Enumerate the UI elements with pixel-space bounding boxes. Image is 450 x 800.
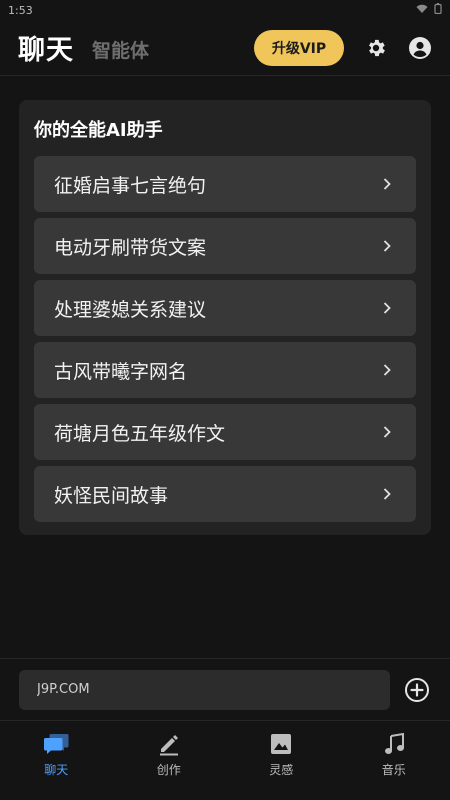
prompt-item[interactable]: 征婚启事七言绝句 — [34, 156, 416, 212]
prompt-item[interactable]: 电动牙刷带货文案 — [34, 218, 416, 274]
prompt-item[interactable]: 处理婆媳关系建议 — [34, 280, 416, 336]
add-circle-icon[interactable] — [404, 677, 430, 703]
pencil-icon — [156, 731, 182, 757]
prompt-item-label: 电动牙刷带货文案 — [54, 236, 207, 259]
chevron-right-icon — [380, 363, 394, 377]
wifi-icon — [416, 4, 428, 17]
account-icon[interactable] — [408, 36, 432, 60]
status-icons — [416, 3, 442, 17]
status-time: 1:53 — [8, 3, 33, 17]
tab-chat[interactable]: 聊天 — [18, 28, 74, 67]
bottom-nav: 聊天 创作 灵感 音乐 — [0, 720, 450, 800]
chevron-right-icon — [380, 177, 394, 191]
nav-label: 灵感 — [269, 763, 294, 777]
prompt-item[interactable]: 古风带曦字网名 — [34, 342, 416, 398]
prompt-item-label: 古风带曦字网名 — [54, 360, 188, 383]
upgrade-vip-button[interactable]: 升级VIP — [254, 29, 344, 66]
chat-bubbles-icon — [43, 731, 69, 757]
prompt-item[interactable]: 荷塘月色五年级作文 — [34, 404, 416, 460]
nav-item-inspiration[interactable]: 灵感 — [225, 721, 338, 800]
top-header: 聊天 智能体 升级VIP — [0, 20, 450, 76]
nav-item-create[interactable]: 创作 — [113, 721, 226, 800]
nav-item-music[interactable]: 音乐 — [338, 721, 450, 800]
nav-label: 聊天 — [44, 763, 69, 777]
gear-icon[interactable] — [364, 36, 388, 60]
music-note-icon — [381, 731, 407, 757]
nav-label: 音乐 — [381, 763, 406, 777]
status-bar: 1:53 — [0, 0, 450, 20]
prompt-item-label: 征婚启事七言绝句 — [54, 174, 207, 197]
nav-item-chat[interactable]: 聊天 — [0, 721, 113, 800]
nav-label: 创作 — [156, 763, 181, 777]
chevron-right-icon — [380, 301, 394, 315]
battery-icon — [434, 3, 442, 17]
chevron-right-icon — [380, 239, 394, 253]
prompt-item[interactable]: 妖怪民间故事 — [34, 466, 416, 522]
assistant-card: 你的全能AI助手 征婚启事七言绝句 电动牙刷带货文案 处理婆媳关系建议 古风带曦… — [19, 100, 431, 535]
prompt-item-label: 荷塘月色五年级作文 — [54, 422, 226, 445]
chevron-right-icon — [380, 425, 394, 439]
tab-agent[interactable]: 智能体 — [92, 36, 149, 63]
chat-input[interactable] — [19, 669, 390, 710]
prompt-item-label: 处理婆媳关系建议 — [54, 298, 207, 321]
prompt-item-label: 妖怪民间故事 — [54, 484, 169, 507]
header-actions: 升级VIP — [254, 29, 432, 66]
card-title: 你的全能AI助手 — [34, 120, 163, 141]
image-icon — [268, 731, 294, 757]
chevron-right-icon — [380, 487, 394, 501]
chat-input-bar — [0, 658, 450, 720]
